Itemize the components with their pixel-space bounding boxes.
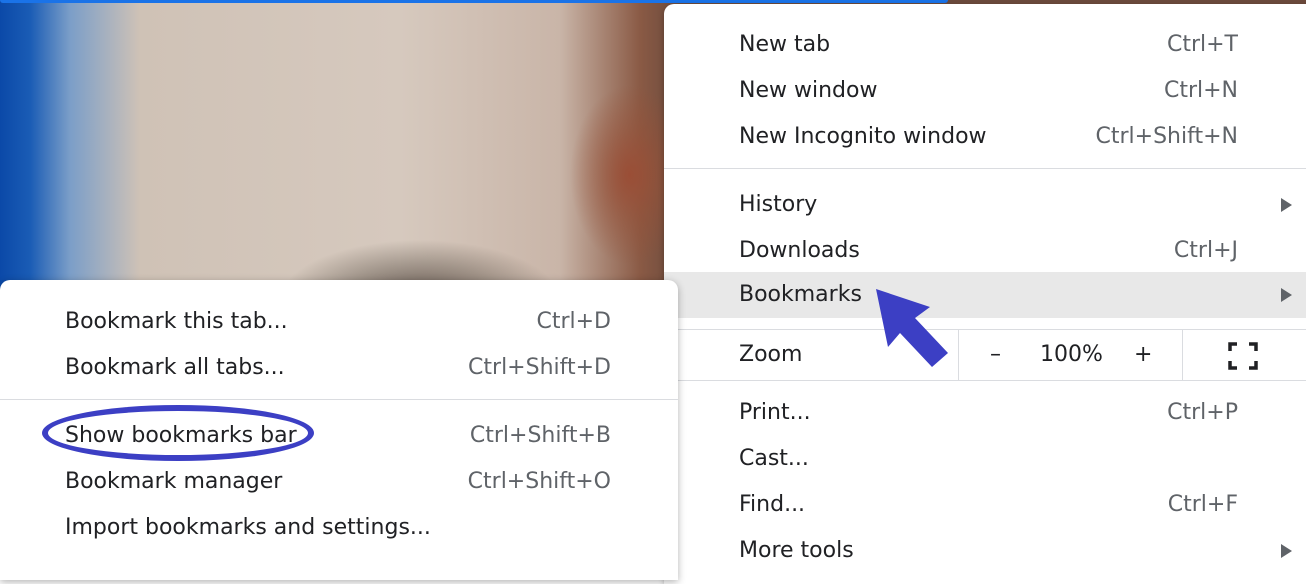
menu-separator — [664, 380, 1306, 381]
menu-item-shortcut: Ctrl+Shift+O — [467, 469, 611, 494]
menu-item-new-incognito-window[interactable]: New Incognito window Ctrl+Shift+N — [664, 114, 1306, 160]
menu-item-label: Cast... — [739, 446, 809, 471]
menu-item-label: Bookmark manager — [65, 469, 283, 494]
menu-item-print[interactable]: Print... Ctrl+P — [664, 390, 1306, 436]
menu-item-label: New Incognito window — [739, 124, 987, 149]
menu-item-label: Bookmark all tabs... — [65, 355, 285, 380]
menu-item-find[interactable]: Find... Ctrl+F — [664, 482, 1306, 528]
menu-item-shortcut: Ctrl+P — [1167, 400, 1238, 425]
menu-item-new-tab[interactable]: New tab Ctrl+T — [664, 22, 1306, 68]
menu-item-cast[interactable]: Cast... — [664, 436, 1306, 482]
highlight-ellipse-annotation — [42, 405, 314, 461]
fullscreen-icon — [1228, 342, 1258, 370]
menu-item-new-window[interactable]: New window Ctrl+N — [664, 68, 1306, 114]
zoom-out-button[interactable]: – — [990, 330, 1001, 380]
chevron-right-icon — [1281, 544, 1292, 558]
menu-item-shortcut: Ctrl+Shift+B — [469, 423, 611, 448]
submenu-item-bookmark-this-tab[interactable]: Bookmark this tab... Ctrl+D — [0, 299, 678, 345]
menu-item-label: Downloads — [739, 238, 860, 263]
menu-item-label: New tab — [739, 32, 831, 57]
menu-item-label: Bookmarks — [739, 282, 862, 307]
menu-item-label: Bookmark this tab... — [65, 309, 288, 334]
fullscreen-button[interactable] — [1182, 330, 1306, 380]
submenu-item-bookmark-manager[interactable]: Bookmark manager Ctrl+Shift+O — [0, 459, 678, 505]
menu-item-shortcut: Ctrl+D — [536, 309, 611, 334]
menu-item-shortcut: Ctrl+N — [1163, 78, 1238, 103]
menu-item-label: Print... — [739, 400, 811, 425]
menu-separator — [0, 399, 678, 400]
menu-item-shortcut: Ctrl+Shift+N — [1095, 124, 1238, 149]
menu-item-label: More tools — [739, 538, 854, 563]
menu-item-shortcut: Ctrl+Shift+D — [468, 355, 611, 380]
menu-item-bookmarks[interactable]: Bookmarks — [664, 272, 1306, 318]
submenu-item-bookmark-all-tabs[interactable]: Bookmark all tabs... Ctrl+Shift+D — [0, 345, 678, 391]
menu-item-shortcut: Ctrl+F — [1167, 492, 1238, 517]
menu-separator — [664, 168, 1306, 169]
zoom-level: 100% — [1040, 342, 1103, 367]
zoom-row: Zoom – 100% + — [664, 330, 1306, 380]
chrome-main-menu: New tab Ctrl+T New window Ctrl+N New Inc… — [664, 4, 1306, 584]
pointer-arrow-icon — [876, 289, 948, 367]
menu-item-downloads[interactable]: Downloads Ctrl+J — [664, 228, 1306, 274]
chevron-right-icon — [1281, 198, 1292, 212]
menu-item-label: Import bookmarks and settings... — [65, 515, 431, 540]
address-bar-focus-line — [0, 0, 948, 3]
chevron-right-icon — [1281, 288, 1292, 302]
menu-item-history[interactable]: History — [664, 182, 1306, 228]
submenu-item-import-bookmarks[interactable]: Import bookmarks and settings... — [0, 505, 678, 551]
menu-item-shortcut: Ctrl+T — [1166, 32, 1238, 57]
zoom-in-button[interactable]: + — [1134, 330, 1152, 380]
menu-item-label: Find... — [739, 492, 806, 517]
menu-item-label: New window — [739, 78, 878, 103]
menu-item-more-tools[interactable]: More tools — [664, 528, 1306, 574]
menu-item-shortcut: Ctrl+J — [1173, 238, 1238, 263]
menu-item-label: History — [739, 192, 818, 217]
zoom-label: Zoom — [739, 342, 803, 367]
